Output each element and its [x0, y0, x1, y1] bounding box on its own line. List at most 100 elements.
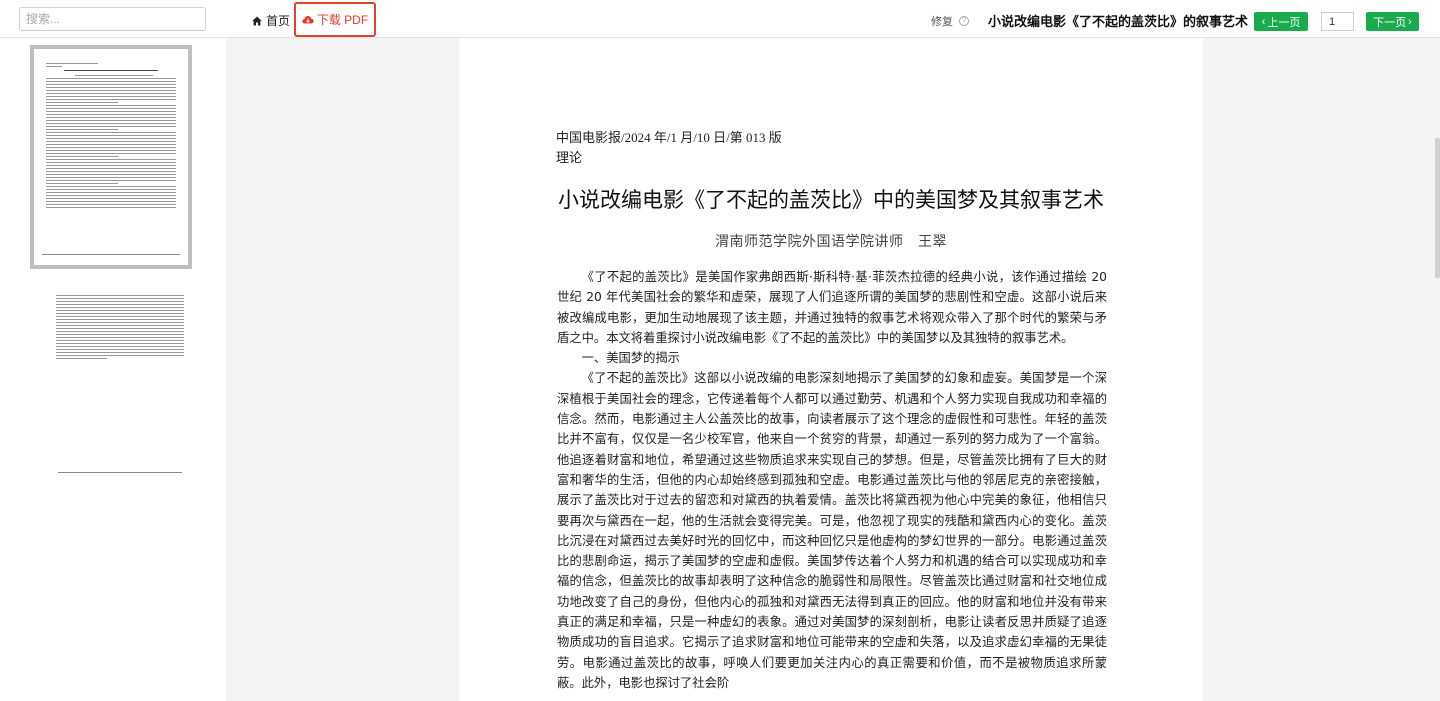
page-thumbnail-2[interactable]: [50, 289, 190, 489]
thumb-line: [46, 105, 176, 106]
thumb-line: [46, 129, 118, 130]
page-number-input[interactable]: [1321, 12, 1354, 31]
thumb-line: [46, 111, 176, 112]
thumb-line: [46, 198, 176, 199]
thumb-line: [46, 87, 176, 88]
thumb-line: [46, 114, 176, 115]
top-toolbar: 首页 下载 PDF 修复 ? 小说改编电影《了不起的盖茨比》的叙事艺术 ‹ 上一…: [0, 0, 1440, 38]
thumb-line: [56, 346, 184, 347]
thumb-line: [46, 147, 176, 148]
thumb-line: [46, 108, 176, 109]
thumb-line: [46, 63, 98, 64]
thumb-line: [46, 171, 176, 172]
thumb-line: [56, 307, 184, 308]
thumb-line: [56, 343, 184, 344]
thumb-line: [46, 138, 176, 139]
thumb-line: [56, 322, 184, 323]
next-page-button[interactable]: 下一页 ›: [1366, 12, 1419, 31]
thumb-line: [46, 180, 176, 181]
thumb-footer-line: [42, 254, 180, 255]
thumb-line: [46, 96, 176, 97]
chevron-left-icon: ‹: [1261, 15, 1266, 28]
thumb-line: [74, 75, 153, 76]
thumb-line: [46, 123, 176, 124]
thumb-line: [56, 331, 184, 332]
thumb-line: [56, 295, 184, 296]
thumb-line: [56, 337, 184, 338]
next-label: 下一页: [1373, 16, 1407, 29]
thumb-line: [46, 195, 176, 196]
thumb-line: [46, 156, 118, 157]
prev-page-button[interactable]: ‹ 上一页: [1254, 12, 1308, 31]
help-icon[interactable]: ?: [959, 16, 969, 26]
thumb-line: [46, 174, 176, 175]
thumb-line: [56, 319, 184, 320]
home-icon: [252, 16, 262, 25]
thumb-line: [46, 162, 176, 163]
article-body: 《了不起的盖茨比》是美国作家弗朗西斯·斯科特·基·菲茨杰拉德的经典小说，该作通过…: [557, 267, 1107, 693]
source-line: 中国电影报/2024 年/1 月/10 日/第 013 版: [556, 130, 782, 145]
thumb-line: [56, 316, 184, 317]
source-block: 中国电影报/2024 年/1 月/10 日/第 013 版 理论: [556, 128, 782, 168]
thumb-line: [46, 99, 176, 100]
thumb-line: [56, 328, 184, 329]
document-viewer[interactable]: 中国电影报/2024 年/1 月/10 日/第 013 版 理论 小说改编电影《…: [226, 38, 1440, 701]
article-author: 渭南师范学院外国语学院讲师 王翠: [715, 235, 947, 250]
thumb-line: [46, 78, 176, 79]
thumb-line: [46, 204, 176, 205]
page-thumbnail-1[interactable]: [30, 45, 192, 269]
thumb-line: [46, 66, 62, 67]
thumb-line: [46, 153, 176, 154]
thumb-footer-line: [58, 472, 182, 473]
thumb-line: [56, 310, 184, 311]
thumb-line: [56, 301, 184, 302]
thumb-line: [56, 325, 184, 326]
thumb-line: [46, 165, 176, 166]
thumb-line: [46, 183, 118, 184]
thumb-line: [56, 352, 184, 353]
thumb-line: [46, 135, 176, 136]
repair-link[interactable]: 修复 ?: [931, 13, 969, 29]
thumbnail-sidebar: [0, 38, 226, 701]
thumb-text-block: [56, 295, 184, 359]
column-label: 理论: [556, 150, 583, 165]
thumb-line: [46, 120, 176, 121]
document-page: 中国电影报/2024 年/1 月/10 日/第 013 版 理论 小说改编电影《…: [459, 38, 1203, 701]
thumb-text-block: [46, 78, 176, 208]
prev-label: 上一页: [1267, 16, 1301, 29]
thumb-line: [46, 144, 176, 145]
cloud-download-icon: [302, 15, 314, 23]
section-heading: 一、美国梦的揭示: [581, 351, 680, 366]
thumb-line: [56, 334, 184, 335]
thumb-line: [56, 349, 184, 350]
paragraph: 《了不起的盖茨比》是美国作家弗朗西斯·斯科特·基·菲茨杰拉德的经典小说，该作通过…: [557, 270, 1107, 345]
thumb-line: [56, 313, 184, 314]
chevron-right-icon: ›: [1408, 15, 1412, 28]
thumb-line: [46, 159, 176, 160]
download-label: 下载 PDF: [316, 13, 369, 27]
thumb-title-line: [64, 70, 158, 71]
search-input[interactable]: [19, 7, 206, 31]
download-pdf-button[interactable]: 下载 PDF: [294, 2, 376, 37]
thumb-line: [46, 84, 176, 85]
thumb-line: [46, 117, 176, 118]
thumb-line: [46, 201, 176, 202]
thumb-line: [46, 192, 176, 193]
thumb-line: [46, 189, 176, 190]
paragraph: 《了不起的盖茨比》这部以小说改编的电影深刻地揭示了美国梦的幻象和虚妄。美国梦是一…: [557, 371, 1107, 690]
thumb-line: [46, 141, 176, 142]
home-label: 首页: [266, 14, 291, 28]
thumb-line: [56, 298, 184, 299]
thumb-line: [46, 102, 118, 103]
thumb-line: [46, 177, 176, 178]
home-link[interactable]: 首页: [252, 12, 290, 29]
thumb-line: [56, 304, 184, 305]
thumb-line: [56, 355, 184, 356]
repair-label: 修复: [931, 16, 953, 28]
thumb-line: [46, 168, 176, 169]
thumb-line: [46, 150, 176, 151]
thumb-line: [46, 186, 176, 187]
vertical-scrollbar[interactable]: [1435, 138, 1440, 278]
article-title: 小说改编电影《了不起的盖茨比》中的美国梦及其叙事艺术: [558, 188, 1104, 212]
thumb-line: [56, 358, 108, 359]
